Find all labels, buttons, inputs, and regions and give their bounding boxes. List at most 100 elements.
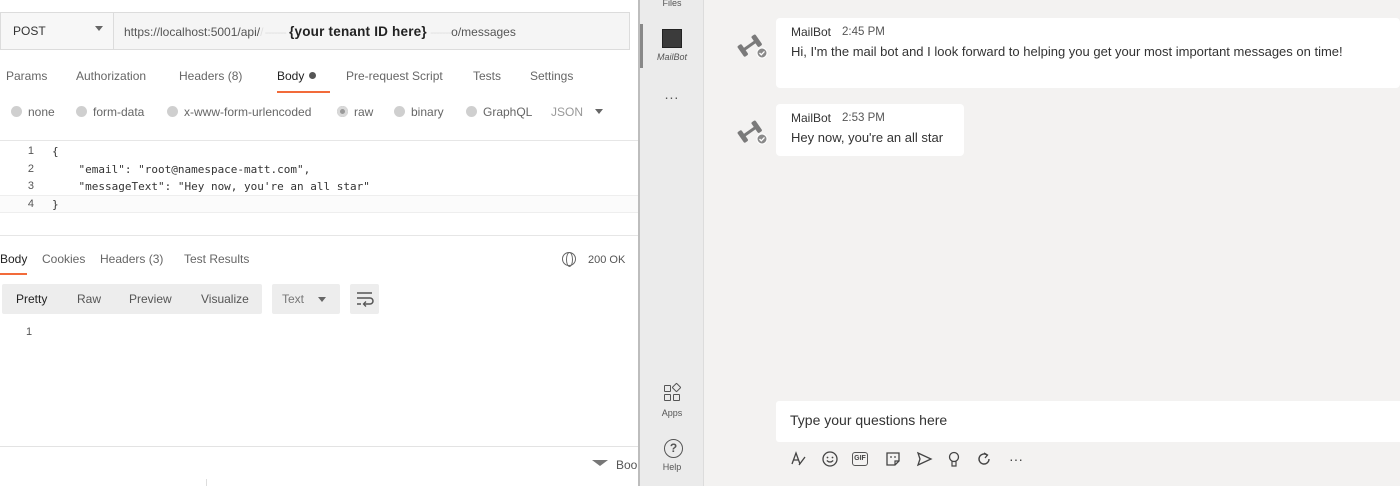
tab-test-results[interactable]: Test Results	[184, 252, 249, 266]
send-later-icon[interactable]	[914, 449, 934, 469]
radio-icon	[11, 106, 22, 117]
api-client-window: POST https://localhost:5001/api// ------…	[0, 0, 638, 486]
body-type-label: form-data	[93, 105, 145, 119]
code-text: "email": "root@namespace-matt.com",	[52, 163, 311, 176]
wrap-lines-button[interactable]	[350, 284, 379, 314]
body-type-urlencoded[interactable]: x-www-form-urlencoded	[167, 105, 311, 119]
body-type-none[interactable]: none	[11, 105, 55, 119]
compose-box	[776, 401, 1400, 442]
tab-body[interactable]: Body	[277, 69, 331, 93]
format-icon[interactable]	[788, 449, 808, 469]
view-pretty[interactable]: Pretty	[16, 292, 47, 306]
response-status: 200 OK	[562, 252, 625, 267]
loop-icon[interactable]	[974, 449, 994, 469]
apps-icon-square	[671, 382, 682, 393]
url-input[interactable]: https://localhost:5001/api// ------- {yo…	[124, 24, 516, 39]
method-select[interactable]: POST	[1, 13, 114, 49]
view-visualize[interactable]: Visualize	[201, 292, 249, 306]
apps-icon[interactable]	[664, 382, 682, 403]
tab-authorization[interactable]: Authorization	[76, 69, 146, 83]
response-format-select[interactable]: Text	[272, 284, 340, 314]
radio-icon	[76, 106, 87, 117]
tab-pre-request-script[interactable]: Pre-request Script	[346, 69, 443, 83]
rail-item-help[interactable]: Help	[640, 462, 704, 472]
format-select-label: JSON	[551, 105, 584, 119]
response-format-label: Text	[282, 292, 305, 306]
method-label: POST	[13, 24, 46, 38]
url-suffix: o/messages	[451, 25, 516, 39]
body-type-label: none	[28, 105, 55, 119]
apps-icon-square	[664, 385, 671, 392]
message-time: 2:45 PM	[842, 26, 885, 38]
body-editor[interactable]: 1{ 2 "email": "root@namespace-matt.com",…	[0, 140, 638, 236]
message-time: 2:53 PM	[842, 112, 885, 124]
view-raw[interactable]: Raw	[77, 292, 101, 306]
chat-message: MailBot 2:45 PM Hi, I'm the mail bot and…	[776, 18, 1400, 88]
chevron-down-icon	[95, 26, 103, 31]
modified-dot-icon	[309, 72, 317, 79]
tab-tests[interactable]: Tests	[473, 69, 501, 83]
body-type-options: none form-data x-www-form-urlencoded raw…	[0, 100, 638, 124]
body-type-raw[interactable]: raw	[337, 105, 373, 119]
globe-icon[interactable]	[562, 252, 576, 267]
gif-icon[interactable]: GIF	[852, 452, 868, 466]
editor-line-current: 4}	[0, 195, 638, 213]
url-redacted: / -------	[260, 25, 287, 39]
line-number: 3	[27, 180, 34, 192]
chevron-down-icon	[595, 109, 604, 114]
body-type-label: GraphQL	[483, 105, 533, 119]
more-options-icon[interactable]: ···	[1006, 449, 1026, 469]
body-type-form-data[interactable]: form-data	[76, 105, 144, 119]
footer-bar: Boo	[0, 446, 638, 486]
tab-body-label: Body	[277, 69, 305, 83]
tab-settings[interactable]: Settings	[530, 69, 573, 83]
body-type-binary[interactable]: binary	[394, 105, 444, 119]
response-line-number: 1	[26, 326, 33, 338]
rail-item-mailbot[interactable]: MailBot	[640, 52, 704, 62]
tab-params[interactable]: Params	[6, 69, 47, 83]
bootcamp-link[interactable]: Boo	[592, 458, 637, 472]
editor-line: 1{	[0, 143, 638, 161]
message-sender: MailBot	[791, 111, 832, 125]
tab-headers[interactable]: Headers (8)	[179, 69, 242, 83]
code-text: }	[52, 198, 59, 211]
more-apps-icon[interactable]: ...	[640, 86, 704, 102]
editor-line: 3 "messageText": "Hey now, you're an all…	[0, 178, 638, 196]
teams-window: Files MailBot ... Apps ? Help MailBot 2:…	[638, 0, 1400, 486]
tab-response-body[interactable]: Body	[0, 252, 28, 275]
tab-response-headers[interactable]: Headers (3)	[100, 252, 163, 266]
code-text: {	[52, 145, 59, 158]
sticker-icon[interactable]	[883, 449, 903, 469]
footer-divider	[206, 479, 207, 486]
radio-icon	[167, 106, 178, 117]
app-rail: Files MailBot ... Apps ? Help	[638, 0, 704, 486]
praise-icon[interactable]	[944, 449, 964, 469]
url-prefix: https://localhost:5001/api/	[124, 25, 261, 39]
radio-icon	[466, 106, 477, 117]
wrap-lines-icon	[357, 292, 374, 307]
message-input[interactable]	[790, 412, 1370, 428]
bot-avatar-icon	[737, 34, 768, 59]
emoji-icon[interactable]	[820, 449, 840, 469]
message-text: Hi, I'm the mail bot and I look forward …	[791, 44, 1343, 59]
view-preview[interactable]: Preview	[129, 292, 172, 306]
apps-icon-square	[673, 394, 680, 401]
radio-icon	[394, 106, 405, 117]
body-type-label: binary	[411, 105, 444, 119]
chevron-down-icon	[318, 297, 326, 302]
rail-item-files[interactable]: Files	[640, 0, 704, 8]
help-icon[interactable]: ?	[664, 439, 683, 458]
body-type-label: x-www-form-urlencoded	[184, 105, 312, 119]
chat-message: MailBot 2:53 PM Hey now, you're an all s…	[776, 104, 964, 156]
rail-item-apps[interactable]: Apps	[640, 408, 704, 418]
body-type-label: raw	[354, 105, 374, 119]
message-sender: MailBot	[791, 25, 832, 39]
format-select[interactable]: JSON	[551, 105, 604, 119]
bot-avatar-icon	[737, 120, 768, 145]
body-type-graphql[interactable]: GraphQL	[466, 105, 532, 119]
tab-cookies[interactable]: Cookies	[42, 252, 85, 266]
mailbot-app-icon[interactable]	[662, 29, 682, 48]
bootcamp-label: Boo	[616, 458, 638, 472]
radio-selected-icon	[337, 106, 348, 117]
apps-icon-square	[664, 394, 671, 401]
